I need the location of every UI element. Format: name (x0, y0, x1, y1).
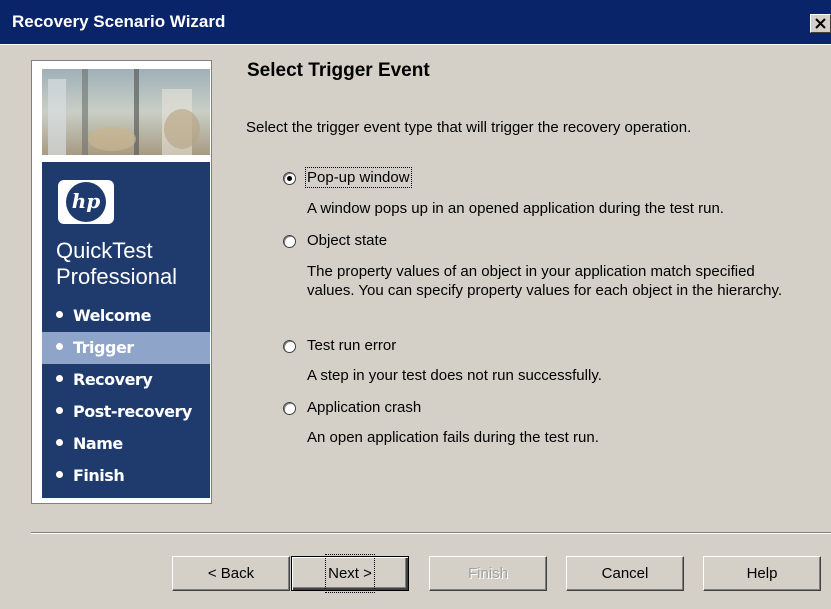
step-finish: Finish (42, 460, 210, 492)
next-button[interactable]: Next > (291, 554, 409, 593)
radio-button[interactable] (283, 402, 296, 415)
title-bar: Recovery Scenario Wizard (0, 0, 831, 45)
back-button[interactable]: < Back (172, 556, 290, 591)
radio-button[interactable] (283, 340, 296, 353)
navigation-panel: hp QuickTest Professional Welcome Trigge… (42, 162, 210, 498)
help-button[interactable]: Help (703, 556, 821, 591)
radio-label[interactable]: Object state (307, 232, 387, 249)
finish-button: Finish (429, 556, 547, 591)
bullet-icon (56, 375, 63, 382)
product-name-line1: QuickTest (56, 238, 153, 263)
radio-label[interactable]: Application crash (307, 399, 421, 416)
product-name-line2: Professional (56, 264, 178, 289)
close-icon (815, 18, 826, 29)
bullet-icon (56, 343, 63, 350)
page-title: Select Trigger Event (247, 60, 430, 81)
option-description: A step in your test does not run success… (307, 367, 602, 384)
cancel-button[interactable]: Cancel (566, 556, 684, 591)
option-description: A window pops up in an opened applicatio… (307, 200, 724, 217)
product-name: QuickTest Professional (56, 238, 177, 290)
option-description: The property values of an object in your… (307, 263, 782, 299)
hp-logo: hp (58, 180, 114, 224)
bullet-icon (56, 407, 63, 414)
step-welcome: Welcome (42, 300, 210, 332)
radio-button[interactable] (283, 172, 296, 185)
step-post-recovery: Post-recovery (42, 396, 210, 428)
step-name: Name (42, 428, 210, 460)
option-description: An open application fails during the tes… (307, 429, 599, 446)
close-button[interactable] (810, 14, 831, 33)
bullet-icon (56, 311, 63, 318)
separator (31, 532, 831, 534)
banner-image (42, 69, 210, 155)
wizard-steps: Welcome Trigger Recovery Post-recovery N… (42, 300, 210, 492)
radio-label[interactable]: Pop-up window (305, 167, 412, 188)
step-recovery: Recovery (42, 364, 210, 396)
radio-label[interactable]: Test run error (307, 337, 396, 354)
bullet-icon (56, 471, 63, 478)
bullet-icon (56, 439, 63, 446)
step-trigger: Trigger (42, 332, 210, 364)
instruction-text: Select the trigger event type that will … (246, 119, 692, 136)
radio-button[interactable] (283, 235, 296, 248)
window-title: Recovery Scenario Wizard (12, 12, 226, 31)
